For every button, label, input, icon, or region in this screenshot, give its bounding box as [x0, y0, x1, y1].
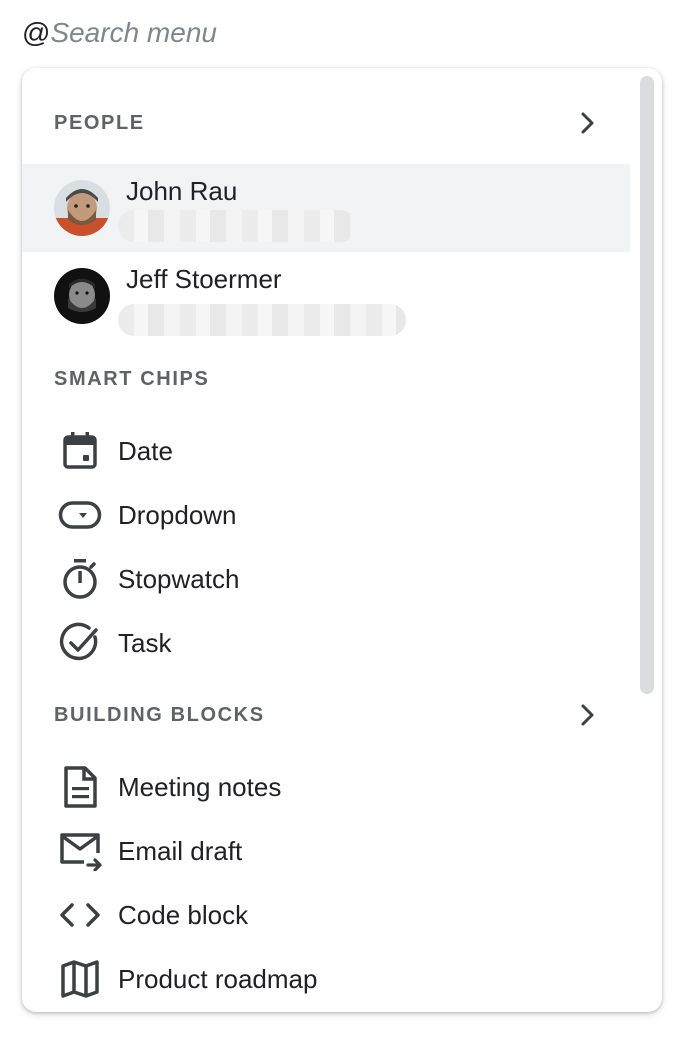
- search-input[interactable]: Search menu: [50, 17, 217, 49]
- menu-item-email-draft[interactable]: Email draft: [22, 819, 630, 883]
- scrollbar-thumb[interactable]: [640, 76, 654, 694]
- menu-item-dropdown[interactable]: Dropdown: [22, 483, 630, 547]
- avatar: [54, 268, 110, 324]
- menu-item-task[interactable]: Task: [22, 611, 630, 675]
- avatar: [54, 180, 110, 236]
- section-header-people: PEOPLE: [22, 103, 630, 143]
- document-icon: [58, 765, 102, 809]
- calendar-icon: [58, 429, 102, 473]
- chevron-right-icon[interactable]: [574, 701, 602, 729]
- email-draft-icon: [58, 829, 102, 873]
- item-label: Dropdown: [118, 499, 237, 530]
- redacted-email: [118, 210, 356, 242]
- menu-item-stopwatch[interactable]: Stopwatch: [22, 547, 630, 611]
- menu-item-code-block[interactable]: Code block: [22, 883, 630, 947]
- menu-item-meeting-notes[interactable]: Meeting notes: [22, 755, 630, 819]
- item-label: Date: [118, 435, 173, 466]
- search-bar[interactable]: @ Search menu: [22, 16, 217, 50]
- redacted-email: [118, 304, 406, 336]
- item-label: Task: [118, 627, 172, 658]
- item-label: Product roadmap: [118, 963, 318, 994]
- item-label: Code block: [118, 899, 249, 930]
- dropdown-chip-icon: [58, 493, 102, 537]
- task-check-icon: [58, 621, 102, 665]
- person-name: John Rau: [126, 176, 238, 206]
- section-header-smart-chips: SMART CHIPS: [22, 359, 630, 399]
- item-label: Meeting notes: [118, 771, 282, 802]
- person-name: Jeff Stoermer: [126, 264, 282, 294]
- chevron-right-icon[interactable]: [574, 109, 602, 137]
- map-icon: [58, 957, 102, 1001]
- person-item-john-rau[interactable]: John Rau: [22, 164, 630, 252]
- stopwatch-icon: [58, 557, 102, 601]
- section-header-building-blocks: BUILDING BLOCKS: [22, 695, 630, 735]
- item-label: Stopwatch: [118, 563, 240, 594]
- scrollbar[interactable]: [640, 76, 654, 694]
- menu-item-product-roadmap[interactable]: Product roadmap: [22, 947, 630, 1011]
- section-title-building-blocks: BUILDING BLOCKS: [54, 703, 265, 726]
- person-item-jeff-stoermer[interactable]: Jeff Stoermer: [22, 252, 630, 340]
- at-sign: @: [22, 17, 51, 48]
- section-title-people: PEOPLE: [54, 111, 145, 134]
- menu-item-date[interactable]: Date: [22, 419, 630, 483]
- section-title-smart-chips: SMART CHIPS: [54, 367, 210, 390]
- item-label: Email draft: [118, 835, 243, 866]
- code-icon: [58, 893, 102, 937]
- mention-menu: PEOPLE John Rau Jeff Stoermer SMART CHIP…: [22, 68, 662, 1012]
